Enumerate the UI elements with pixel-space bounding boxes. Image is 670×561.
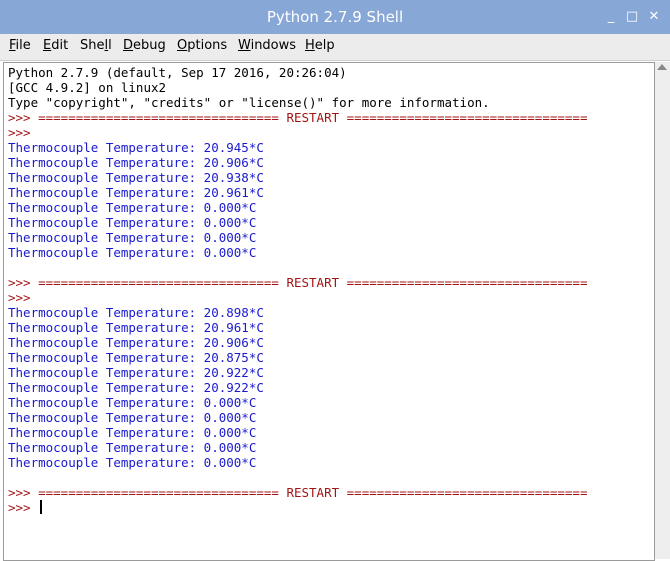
vertical-scrollbar[interactable] <box>655 62 670 559</box>
maximize-button[interactable]: □ <box>624 10 640 24</box>
menu-debug[interactable]: Debug <box>123 38 166 53</box>
close-button[interactable]: ✕ <box>646 10 662 24</box>
menu-bar: File Edit Shell Debug Options Windows He… <box>0 34 670 61</box>
menu-windows[interactable]: Windows <box>238 38 296 53</box>
banner-info: Type "copyright", "credits" or "license(… <box>8 95 490 110</box>
output-line: Thermocouple Temperature: 0.000*C <box>8 425 257 440</box>
output-line: Thermocouple Temperature: 0.000*C <box>8 455 257 470</box>
restart-line: >>> ================================ RES… <box>8 110 588 125</box>
output-line: Thermocouple Temperature: 20.875*C <box>8 350 264 365</box>
output-line: Thermocouple Temperature: 0.000*C <box>8 395 257 410</box>
active-prompt[interactable]: >>> <box>8 500 38 515</box>
output-line: Thermocouple Temperature: 20.961*C <box>8 185 264 200</box>
window-title: Python 2.7.9 Shell <box>266 8 404 26</box>
output-line: Thermocouple Temperature: 20.922*C <box>8 380 264 395</box>
title-bar[interactable]: Python 2.7.9 Shell _ □ ✕ <box>0 0 670 34</box>
prompt: >>> <box>8 290 39 305</box>
output-line: Thermocouple Temperature: 20.938*C <box>8 170 264 185</box>
menu-file[interactable]: File <box>9 38 31 53</box>
menu-help[interactable]: Help <box>305 38 335 53</box>
shell-text-area[interactable]: Python 2.7.9 (default, Sep 17 2016, 20:2… <box>3 62 655 561</box>
prompt: >>> <box>8 125 39 140</box>
restart-line: >>> ================================ RES… <box>8 275 588 290</box>
idle-shell-window: Python 2.7.9 Shell _ □ ✕ File Edit Shell… <box>0 0 670 561</box>
minimize-button[interactable]: _ <box>603 10 619 24</box>
output-line: Thermocouple Temperature: 20.922*C <box>8 365 264 380</box>
output-line: Thermocouple Temperature: 20.906*C <box>8 335 264 350</box>
restart-line: >>> ================================ RES… <box>8 485 588 500</box>
output-line: Thermocouple Temperature: 0.000*C <box>8 245 257 260</box>
text-cursor <box>40 500 42 514</box>
output-line: Thermocouple Temperature: 0.000*C <box>8 200 257 215</box>
menu-edit[interactable]: Edit <box>43 38 68 53</box>
output-line: Thermocouple Temperature: 0.000*C <box>8 410 257 425</box>
output-line: Thermocouple Temperature: 0.000*C <box>8 230 257 245</box>
output-line: Thermocouple Temperature: 20.906*C <box>8 155 264 170</box>
menu-shell[interactable]: Shell <box>80 38 112 53</box>
output-line: Thermocouple Temperature: 20.945*C <box>8 140 264 155</box>
menu-options[interactable]: Options <box>177 38 227 53</box>
banner-version: Python 2.7.9 (default, Sep 17 2016, 20:2… <box>8 65 347 80</box>
output-line: Thermocouple Temperature: 0.000*C <box>8 215 257 230</box>
banner-compiler: [GCC 4.9.2] on linux2 <box>8 80 167 95</box>
scroll-up-arrow-icon[interactable] <box>657 64 667 70</box>
output-line: Thermocouple Temperature: 20.898*C <box>8 305 264 320</box>
output-line: Thermocouple Temperature: 0.000*C <box>8 440 257 455</box>
output-line: Thermocouple Temperature: 20.961*C <box>8 320 264 335</box>
